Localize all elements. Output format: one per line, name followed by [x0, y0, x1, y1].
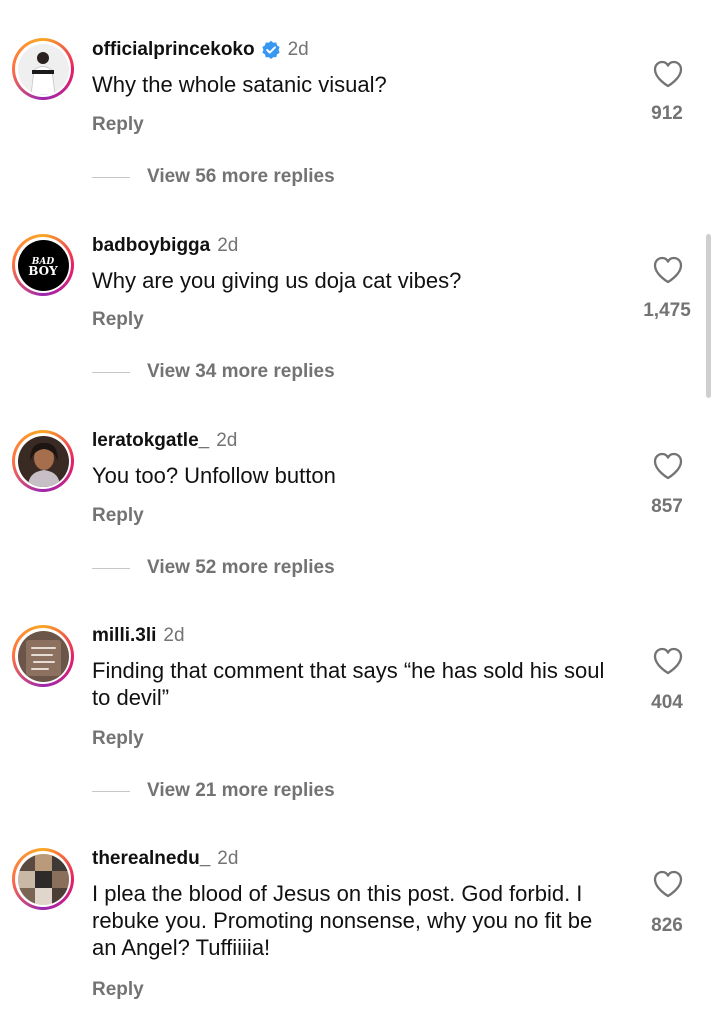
comment-time: 2d — [217, 235, 239, 256]
avatar[interactable] — [12, 38, 74, 100]
like-count: 404 — [651, 692, 683, 713]
comment-text: You too? Unfollow button — [92, 463, 336, 488]
view-more-replies-label: View 52 more replies — [147, 557, 335, 578]
verified-badge-icon — [261, 40, 281, 60]
reply-button[interactable]: Reply — [92, 979, 144, 1001]
heart-outline-icon[interactable] — [652, 451, 684, 481]
comment-username[interactable]: milli.3li — [92, 625, 156, 647]
comment-text: Why the whole satanic visual? — [92, 72, 387, 97]
comment-username[interactable]: leratokgatle_ — [92, 430, 209, 452]
avatar[interactable]: BAD BOY — [12, 234, 74, 296]
avatar-photo — [17, 43, 69, 95]
comment-username[interactable]: officialprincekoko — [92, 39, 255, 61]
avatar-photo — [17, 435, 69, 487]
avatar-logo: BAD BOY — [17, 239, 69, 291]
view-more-replies-label: View 56 more replies — [147, 166, 335, 187]
comment-time: 2d — [287, 39, 309, 60]
avatar-logo-text-bottom: BOY — [28, 264, 58, 278]
like-count: 1,475 — [643, 300, 691, 321]
comment-text: Finding that comment that says “he has s… — [92, 658, 605, 710]
reply-button[interactable]: Reply — [92, 728, 144, 750]
like-count: 912 — [651, 103, 683, 124]
avatar-photo — [17, 630, 69, 682]
avatar[interactable] — [12, 625, 74, 687]
heart-outline-icon[interactable] — [652, 869, 684, 899]
comment-username[interactable]: therealnedu_ — [92, 848, 210, 870]
divider-line — [92, 176, 130, 178]
heart-outline-icon[interactable] — [652, 646, 684, 676]
avatar[interactable] — [12, 430, 74, 492]
comment-time: 2d — [216, 430, 238, 451]
divider-line — [92, 371, 130, 373]
like-count: 826 — [651, 915, 683, 936]
avatar[interactable] — [12, 848, 74, 910]
heart-outline-icon[interactable] — [652, 59, 684, 89]
avatar-photo — [17, 853, 69, 905]
like-count: 857 — [651, 496, 683, 517]
divider-line — [92, 567, 130, 569]
comment-text: I plea the blood of Jesus on this post. … — [92, 881, 593, 960]
divider-line — [92, 790, 130, 792]
view-more-replies-button[interactable]: View 56 more replies — [92, 166, 335, 188]
comment-time: 2d — [217, 848, 239, 869]
heart-outline-icon[interactable] — [652, 255, 684, 285]
view-more-replies-button[interactable]: View 52 more replies — [92, 557, 335, 579]
comment-time: 2d — [163, 625, 185, 646]
reply-button[interactable]: Reply — [92, 505, 144, 527]
view-more-replies-label: View 34 more replies — [147, 361, 335, 382]
view-more-replies-label: View 21 more replies — [147, 780, 335, 801]
view-more-replies-button[interactable]: View 34 more replies — [92, 361, 335, 383]
comment-text: Why are you giving us doja cat vibes? — [92, 268, 462, 293]
comment-username[interactable]: badboybigga — [92, 235, 210, 257]
reply-button[interactable]: Reply — [92, 114, 144, 136]
scrollbar[interactable] — [706, 234, 711, 398]
reply-button[interactable]: Reply — [92, 309, 144, 331]
view-more-replies-button[interactable]: View 21 more replies — [92, 780, 335, 802]
